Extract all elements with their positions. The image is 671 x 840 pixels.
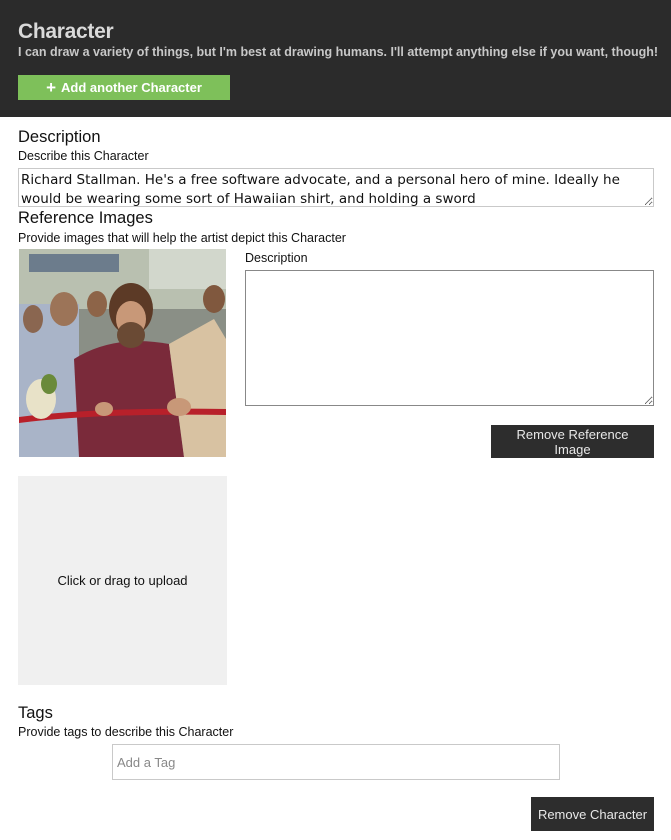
plus-icon: + (46, 78, 57, 97)
tags-hint: Provide tags to describe this Character (18, 725, 234, 739)
reference-images-heading: Reference Images (18, 209, 153, 227)
description-heading: Description (18, 128, 101, 146)
remove-reference-image-button[interactable]: Remove Reference Image (491, 425, 654, 458)
reference-images-hint: Provide images that will help the artist… (18, 231, 346, 245)
description-hint: Describe this Character (18, 149, 149, 163)
add-character-label: Add another Character (61, 80, 202, 95)
upload-label: Click or drag to upload (57, 573, 188, 588)
reference-description-label: Description (245, 251, 308, 265)
page-subtitle: I can draw a variety of things, but I'm … (18, 45, 659, 59)
reference-image-photo (19, 249, 226, 457)
character-header: Character I can draw a variety of things… (0, 0, 671, 117)
reference-description-textarea[interactable] (245, 270, 654, 406)
character-description-textarea[interactable]: Richard Stallman. He's a free software a… (18, 168, 654, 207)
remove-character-button[interactable]: Remove Character (531, 797, 654, 831)
page-title: Character (18, 20, 114, 43)
tag-input[interactable] (112, 744, 560, 780)
tags-heading: Tags (18, 704, 53, 722)
add-character-button[interactable]: + Add another Character (18, 75, 230, 100)
image-upload-dropzone[interactable]: Click or drag to upload (18, 476, 227, 685)
